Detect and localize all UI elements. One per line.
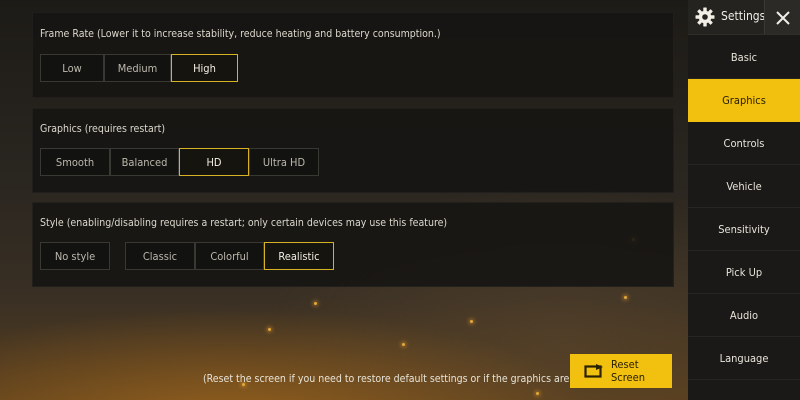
close-icon <box>776 10 790 25</box>
sidebar-item-graphics[interactable]: Graphics <box>688 79 800 122</box>
settings-header: Settings <box>688 0 800 35</box>
sidebar-item-basic[interactable]: Basic <box>688 36 800 79</box>
style-option-realistic[interactable]: Realistic <box>264 242 334 270</box>
reset-note: (Reset the screen if you need to restore… <box>203 373 618 385</box>
graphics-option-balanced[interactable]: Balanced <box>110 148 179 176</box>
style-option-classic[interactable]: Classic <box>125 242 195 270</box>
sidebar-item-pick-up[interactable]: Pick Up <box>688 251 800 294</box>
style-option-colorful[interactable]: Colorful <box>195 242 264 270</box>
sidebar-item-audio[interactable]: Audio <box>688 294 800 337</box>
close-button[interactable] <box>764 0 800 34</box>
frame-rate-option-high[interactable]: High <box>171 54 238 82</box>
ember-spark <box>624 296 627 299</box>
gear-icon <box>695 7 715 27</box>
settings-sidebar: Settings Basic Graphics Controls Vehicle… <box>688 0 800 400</box>
graphics-title: Graphics (requires restart) <box>40 123 166 135</box>
ember-spark <box>268 328 271 331</box>
sidebar-item-language[interactable]: Language <box>688 337 800 380</box>
reset-screen-icon <box>584 364 604 378</box>
frame-rate-panel: Frame Rate (Lower it to increase stabili… <box>32 12 674 98</box>
frame-rate-option-medium[interactable]: Medium <box>104 54 171 82</box>
sidebar-item-controls[interactable]: Controls <box>688 122 800 165</box>
graphics-option-ultra-hd[interactable]: Ultra HD <box>249 148 319 176</box>
ember-spark <box>314 302 317 305</box>
ember-spark <box>470 320 473 323</box>
reset-screen-button[interactable]: Reset Screen <box>570 354 672 388</box>
settings-title: Settings <box>721 9 766 23</box>
ember-spark <box>536 392 539 395</box>
graphics-panel: Graphics (requires restart) Smooth Balan… <box>32 108 674 193</box>
sidebar-item-sensitivity[interactable]: Sensitivity <box>688 208 800 251</box>
style-panel: Style (enabling/disabling requires a res… <box>32 202 674 287</box>
reset-screen-label: Reset Screen <box>611 358 646 384</box>
style-option-no-style[interactable]: No style <box>40 242 110 270</box>
sidebar-item-vehicle[interactable]: Vehicle <box>688 165 800 208</box>
frame-rate-option-low[interactable]: Low <box>40 54 104 82</box>
ember-spark <box>402 343 405 346</box>
style-title: Style (enabling/disabling requires a res… <box>40 217 448 229</box>
graphics-option-smooth[interactable]: Smooth <box>40 148 110 176</box>
graphics-option-hd[interactable]: HD <box>179 148 249 176</box>
frame-rate-title: Frame Rate (Lower it to increase stabili… <box>40 28 441 40</box>
